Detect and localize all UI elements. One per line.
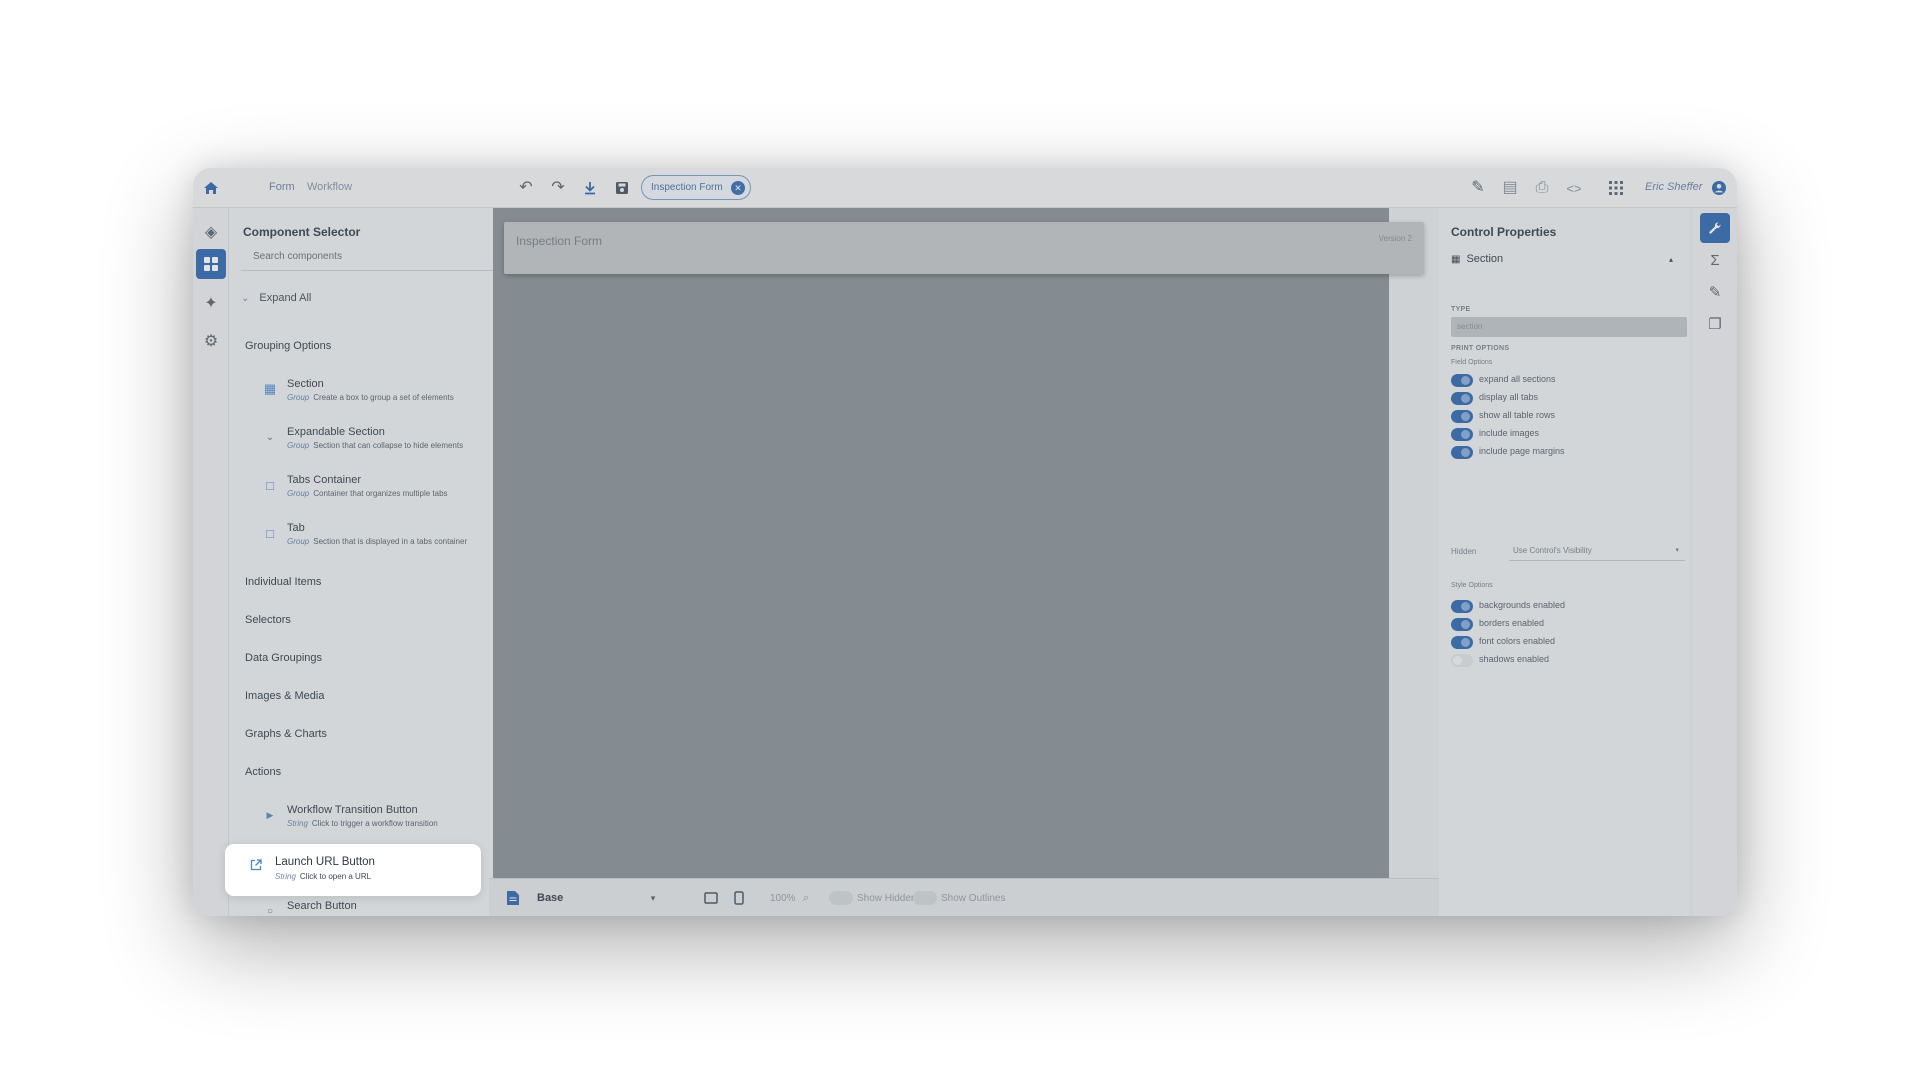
- item-name: Launch URL Button: [275, 856, 375, 868]
- dim-overlay: [193, 168, 1737, 916]
- item-type: String: [275, 872, 296, 881]
- component-item-launch-url-button[interactable]: Launch URL Button String Click to open a …: [225, 844, 481, 896]
- open-in-new-icon: [247, 856, 265, 874]
- app-window: Form Workflow ↶ ↷ Inspection Form ✕ ✎ ▤ …: [193, 168, 1737, 916]
- item-desc-text: Click to open a URL: [299, 872, 372, 881]
- item-description: String Click to open a URL: [275, 872, 371, 881]
